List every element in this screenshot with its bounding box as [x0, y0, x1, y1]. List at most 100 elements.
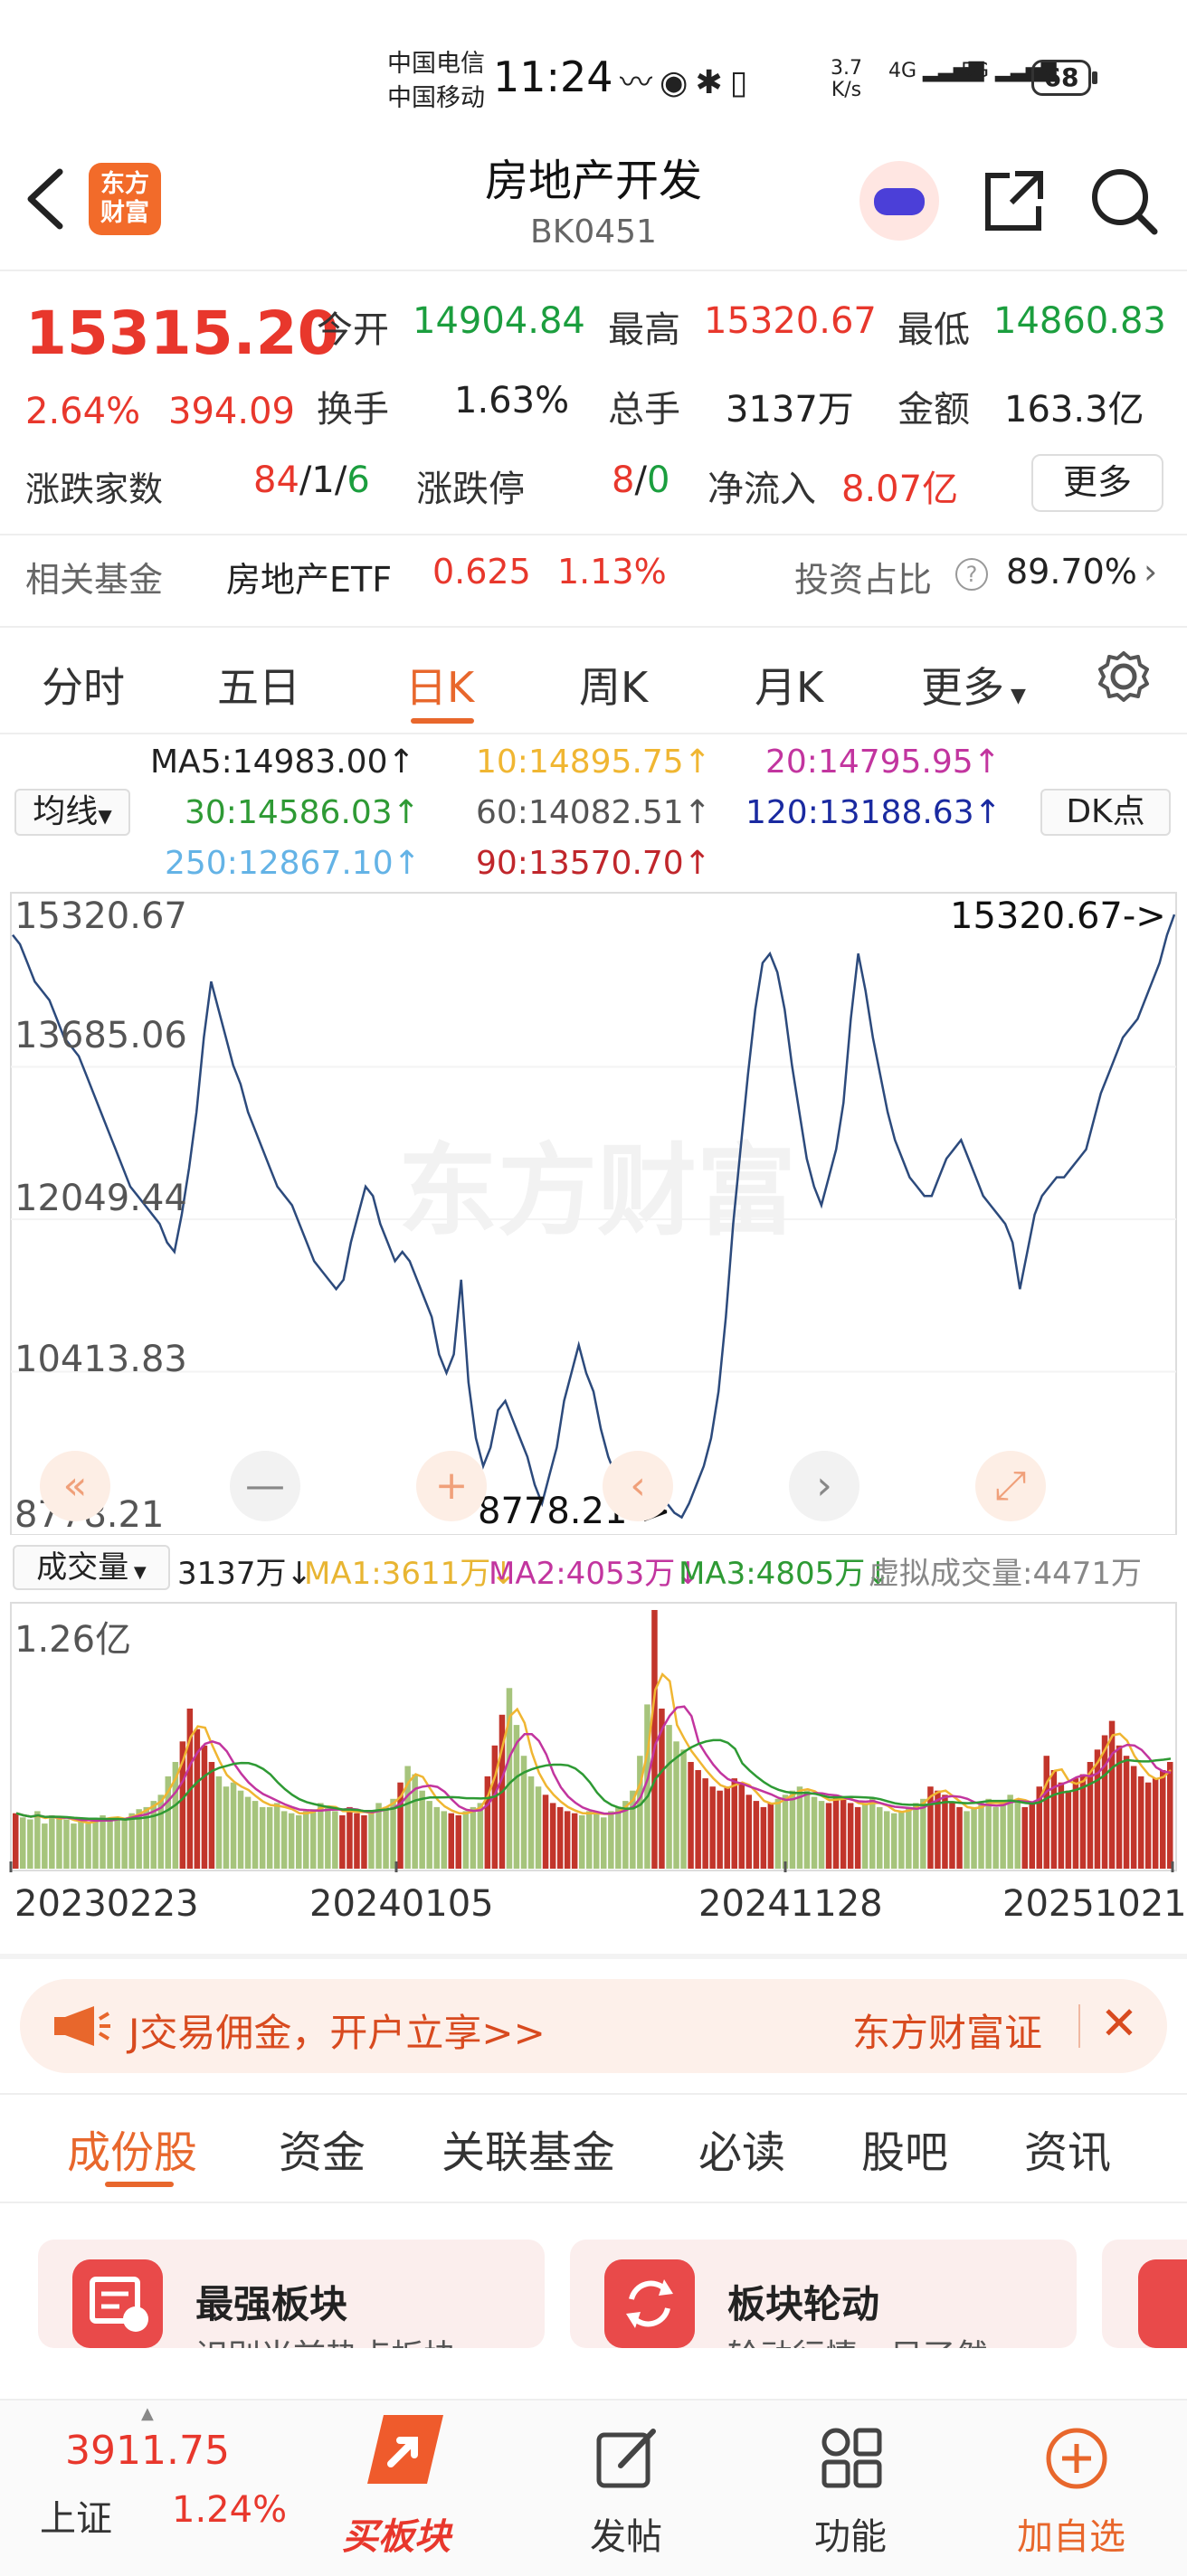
carrier-2: 中国移动: [387, 84, 485, 112]
next-button[interactable]: ›: [789, 1451, 859, 1521]
subtab-funds-flow[interactable]: 资金: [279, 2117, 366, 2180]
volume-bar: [85, 1823, 91, 1869]
virtual-volume: 虚拟成交量:4471万: [869, 1556, 1142, 1592]
subtab-news[interactable]: 资讯: [1024, 2117, 1111, 2180]
volume-bar: [869, 1798, 876, 1869]
low-value: 14860.83: [993, 300, 1166, 342]
rotation-icon: [604, 2259, 695, 2348]
close-icon[interactable]: ✕: [1100, 1997, 1138, 2050]
card-partial[interactable]: [1102, 2240, 1187, 2348]
volume-bar: [296, 1815, 302, 1869]
change-percent: 2.64%: [25, 391, 141, 432]
amount-value: 163.3亿: [1004, 389, 1144, 431]
index-name[interactable]: 上证: [40, 2489, 112, 2542]
tab-weekly-k[interactable]: 周K: [579, 655, 648, 715]
fund-name[interactable]: 房地产ETF: [226, 552, 392, 601]
tab-daily-k[interactable]: 日K: [405, 655, 474, 715]
subtab-forum[interactable]: 股吧: [861, 2117, 948, 2180]
volume-bar: [280, 1811, 288, 1869]
speed-value: 3.7: [831, 57, 862, 80]
chevron-right-icon[interactable]: ›: [1144, 552, 1157, 592]
volume-bar: [1130, 1766, 1137, 1869]
volume-bar: [608, 1811, 614, 1869]
tab-more[interactable]: 更多 ▼: [921, 655, 1026, 715]
grid-icon[interactable]: [820, 2426, 883, 2489]
volume-bar: [556, 1806, 564, 1869]
current-price: 15315.20: [25, 298, 339, 368]
zoom-in-button[interactable]: +: [416, 1451, 487, 1521]
volume-bar: [114, 1817, 120, 1869]
rewind-button[interactable]: «: [40, 1451, 110, 1521]
volume-bar: [78, 1821, 84, 1869]
index-value[interactable]: 3911.75: [65, 2428, 230, 2474]
card-strongest-sector[interactable]: 最强板块 识别当前热点板块: [38, 2240, 545, 2348]
volume-bar: [861, 1803, 869, 1869]
function-label[interactable]: 功能: [814, 2507, 887, 2560]
buy-sector-label[interactable]: 买板块: [342, 2507, 451, 2560]
volume-bar: [244, 1796, 252, 1869]
volume-bar: [803, 1790, 811, 1869]
volume-chart[interactable]: [0, 1601, 1187, 1872]
buy-sector-icon[interactable]: [364, 2413, 447, 2486]
add-watchlist-label[interactable]: 加自选: [1017, 2507, 1125, 2560]
previous-button[interactable]: ‹: [603, 1451, 673, 1521]
volume-bar: [273, 1803, 280, 1869]
ma10-value: 10:14895.75↑: [476, 743, 711, 781]
low-label: 最低: [897, 309, 970, 351]
volume-bar: [361, 1815, 367, 1869]
gear-icon[interactable]: [1097, 649, 1151, 704]
fund-ratio-value: 89.70%: [1006, 552, 1137, 592]
add-circle-icon[interactable]: [1044, 2426, 1109, 2491]
post-label[interactable]: 发帖: [590, 2507, 662, 2560]
subtab-must-read[interactable]: 必读: [698, 2117, 785, 2180]
help-icon[interactable]: ?: [955, 552, 988, 592]
share-icon[interactable]: [975, 163, 1051, 239]
robot-icon: [874, 188, 925, 215]
volume-bar: [368, 1811, 375, 1869]
volume-bar: [128, 1813, 135, 1869]
search-icon[interactable]: [1086, 163, 1162, 239]
subtab-related-funds[interactable]: 关联基金: [442, 2117, 615, 2180]
volume-bar: [956, 1806, 963, 1869]
volume-bar: [847, 1803, 854, 1869]
volume-bar: [854, 1806, 861, 1869]
y-tick-4: 10413.83: [14, 1339, 187, 1380]
bluetooth-icon: ✱: [695, 64, 730, 101]
volume-bar: [666, 1725, 672, 1869]
edit-icon[interactable]: [595, 2426, 659, 2489]
tab-monthly-k[interactable]: 月K: [755, 655, 823, 715]
volume-select[interactable]: 成交量 ▼: [13, 1545, 170, 1590]
volume-bar: [789, 1790, 796, 1869]
dk-point-select[interactable]: DK点: [1040, 789, 1171, 836]
tab-intraday[interactable]: 分时: [42, 655, 125, 715]
ai-assistant-button[interactable]: [859, 161, 939, 241]
volume-bar: [1167, 1762, 1173, 1869]
volume-bar: [724, 1786, 730, 1869]
volume-bar: [527, 1776, 535, 1869]
volume-bar: [419, 1790, 425, 1869]
ma-select[interactable]: 均线▼: [14, 789, 130, 836]
volume-bar: [949, 1803, 955, 1869]
breadth-label: 涨跌家数: [25, 469, 164, 509]
status-icons: 〰◉✱▯: [620, 56, 755, 103]
volume-bar: [215, 1776, 223, 1869]
volume-bar: [107, 1819, 113, 1869]
y-tick-3: 12049.44: [14, 1178, 187, 1219]
volume-value: 3137万: [726, 389, 854, 431]
index-pct[interactable]: 1.24%: [172, 2489, 287, 2531]
more-button[interactable]: 更多: [1031, 454, 1163, 512]
card-sector-rotation[interactable]: 板块轮动 轮动行情一目了然: [570, 2240, 1077, 2348]
expand-icon[interactable]: ⤢: [975, 1451, 1046, 1521]
volume-ma1: MA1:3611万↓: [304, 1556, 517, 1592]
volume-bar: [832, 1795, 840, 1869]
volume-bar: [259, 1806, 266, 1869]
fund-label: 相关基金: [25, 560, 164, 600]
tab-five-day[interactable]: 五日: [217, 655, 300, 715]
sector-chart-icon: [72, 2259, 163, 2348]
card-title: 最强板块: [195, 2282, 348, 2326]
volume-bar: [1144, 1782, 1152, 1869]
volume-bar: [27, 1819, 33, 1869]
promo-banner[interactable]: J交易佣金，开户立享>> 东方财富证 ✕: [20, 1979, 1167, 2073]
zoom-out-button[interactable]: —: [230, 1451, 300, 1521]
subtab-constituents[interactable]: 成份股: [67, 2117, 197, 2180]
